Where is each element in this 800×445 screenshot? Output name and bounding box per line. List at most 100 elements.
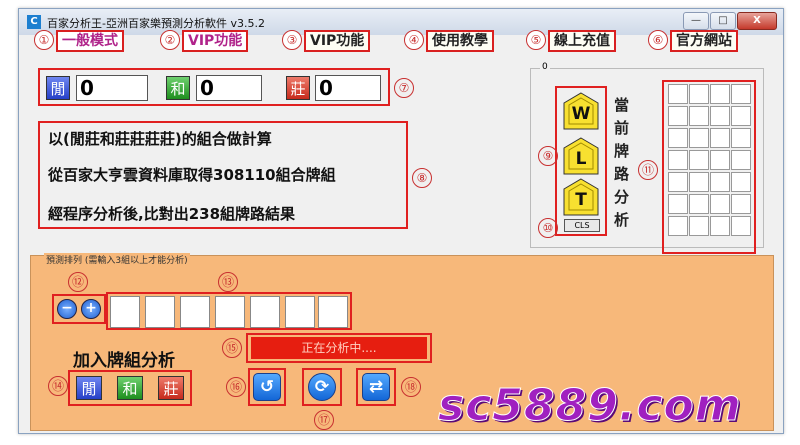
tab-number: ⑤ <box>526 30 546 50</box>
road-grid-cell <box>668 216 688 236</box>
tab-number: ③ <box>282 30 302 50</box>
add-cards-label: 加入牌組分析 <box>73 351 175 371</box>
sequence-slot[interactable] <box>180 296 210 328</box>
tab-tutorial[interactable]: ④ 使用教學 <box>404 30 524 52</box>
marker-9: ⑨ <box>538 146 558 166</box>
road-grid-cell <box>731 84 751 104</box>
sequence-slot[interactable] <box>250 296 280 328</box>
tie-icon: 和 <box>166 76 190 100</box>
predict-t-label: T <box>575 190 587 210</box>
refresh-icon[interactable]: ⟳ <box>308 373 336 401</box>
road-grid-cell <box>731 216 751 236</box>
marker-10: ⑩ <box>538 218 558 238</box>
sequence-slot[interactable] <box>145 296 175 328</box>
cls-button[interactable]: CLS <box>564 219 600 232</box>
player-count: 0 <box>76 75 148 101</box>
add-tie-button[interactable]: 和 <box>117 376 143 400</box>
close-button[interactable]: X <box>737 12 777 30</box>
tie-count: 0 <box>196 75 262 101</box>
tab-label: 線上充值 <box>548 30 616 52</box>
tab-vip-1[interactable]: ② VIP功能 <box>160 30 280 52</box>
road-grid-cell <box>710 216 730 236</box>
sequence-slot[interactable] <box>110 296 140 328</box>
group-label: 0 <box>540 62 550 72</box>
analysis-status: 正在分析中.... <box>251 337 427 359</box>
tab-recharge[interactable]: ⑤ 線上充值 <box>526 30 646 52</box>
marker-11: ⑪ <box>638 160 658 180</box>
tab-number: ① <box>34 30 54 50</box>
info-line: 經程序分析後,比對出238組牌路結果 <box>48 205 296 223</box>
player-icon: 閒 <box>46 76 70 100</box>
add-player-button[interactable]: 閒 <box>76 376 102 400</box>
road-grid-cell <box>710 128 730 148</box>
tab-official-site[interactable]: ⑥ 官方網站 <box>648 30 768 52</box>
tab-label: VIP功能 <box>182 30 249 52</box>
road-grid-cell <box>710 194 730 214</box>
predict-w-label: W <box>571 104 591 124</box>
road-grid-cell <box>710 150 730 170</box>
banker-count: 0 <box>315 75 381 101</box>
road-grid-cell <box>731 150 751 170</box>
road-grid-cell <box>731 194 751 214</box>
road-grid-cell <box>668 128 688 148</box>
prediction-panel-title: 預測排列 (需輸入3組以上才能分析) <box>44 253 190 266</box>
watermark: sc5889.com <box>438 380 742 432</box>
maximize-button[interactable]: □ <box>710 12 736 30</box>
road-grid-cell <box>689 84 709 104</box>
road-grid-cell <box>731 172 751 192</box>
tab-general-mode[interactable]: ① 一般模式 <box>34 30 154 52</box>
minimize-button[interactable]: — <box>683 12 709 30</box>
vertical-label-char: 分 <box>614 188 630 206</box>
sequence-slot[interactable] <box>215 296 245 328</box>
vertical-label-char: 牌 <box>614 142 630 160</box>
marker-12: ⑫ <box>68 272 88 292</box>
minus-button[interactable]: − <box>57 299 77 319</box>
road-grid-cell <box>689 216 709 236</box>
sequence-slot[interactable] <box>285 296 315 328</box>
marker-8: ⑧ <box>412 168 432 188</box>
vertical-label-char: 析 <box>614 211 630 229</box>
predict-l-button[interactable]: L <box>563 137 599 175</box>
tab-label: VIP功能 <box>304 30 371 52</box>
predict-w-button[interactable]: W <box>563 92 599 130</box>
marker-16: ⑯ <box>226 377 246 397</box>
marker-15: ⑮ <box>222 338 242 358</box>
predict-t-button[interactable]: T <box>563 178 599 216</box>
undo-icon[interactable]: ↺ <box>253 373 281 401</box>
app-icon: C <box>27 15 41 29</box>
road-grid-cell <box>710 172 730 192</box>
tab-label: 官方網站 <box>670 30 738 52</box>
info-line: 以(閒莊和莊莊莊莊)的組合做計算 <box>48 130 272 148</box>
banker-icon: 莊 <box>286 76 310 100</box>
road-grid-cell <box>731 128 751 148</box>
plus-button[interactable]: + <box>81 299 101 319</box>
tab-label: 一般模式 <box>56 30 124 52</box>
vertical-label-char: 路 <box>614 165 630 183</box>
marker-18: ⑱ <box>401 377 421 397</box>
marker-7: ⑦ <box>394 78 414 98</box>
add-banker-button[interactable]: 莊 <box>158 376 184 400</box>
road-grid-cell <box>689 172 709 192</box>
shuffle-icon[interactable]: ⇄ <box>362 373 390 401</box>
vertical-label-char: 前 <box>614 119 630 137</box>
road-grid-cell <box>689 128 709 148</box>
window-title: 百家分析王-亞洲百家樂預測分析軟件 v3.5.2 <box>47 17 265 30</box>
tab-label: 使用教學 <box>426 30 494 52</box>
tab-vip-2[interactable]: ③ VIP功能 <box>282 30 402 52</box>
tab-number: ② <box>160 30 180 50</box>
road-grid-cell <box>668 106 688 126</box>
tab-number: ⑥ <box>648 30 668 50</box>
road-grid-cell <box>668 150 688 170</box>
road-grid-cell <box>689 150 709 170</box>
info-line: 從百家大亨雲資料庫取得308110組合牌組 <box>48 166 336 184</box>
road-grid-cell <box>668 194 688 214</box>
vertical-label-char: 當 <box>614 96 630 114</box>
road-grid-cell <box>689 194 709 214</box>
road-grid-cell <box>710 106 730 126</box>
tab-number: ④ <box>404 30 424 50</box>
marker-13: ⑬ <box>218 272 238 292</box>
marker-17: ⑰ <box>314 410 334 430</box>
sequence-slot[interactable] <box>318 296 348 328</box>
road-grid-cell <box>710 84 730 104</box>
road-grid-cell <box>668 84 688 104</box>
